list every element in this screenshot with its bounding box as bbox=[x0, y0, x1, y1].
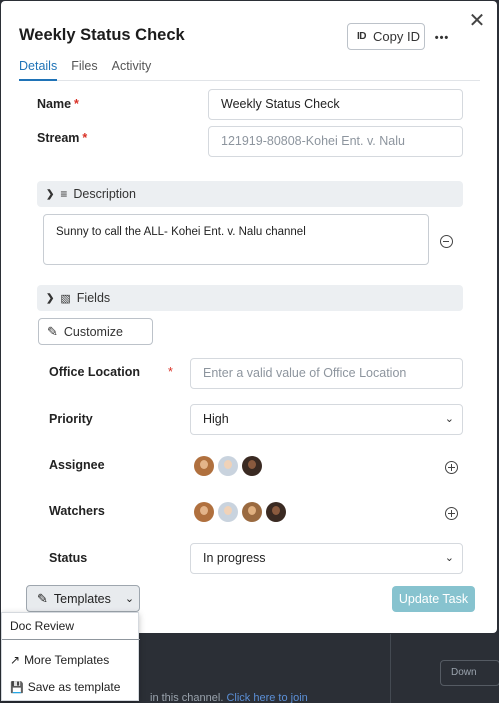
task-dialog: ✕ Weekly Status Check ID Copy ID ••• Det… bbox=[1, 1, 497, 633]
avatar[interactable] bbox=[266, 502, 286, 522]
priority-label: Priority bbox=[49, 412, 93, 426]
avatar[interactable] bbox=[194, 456, 214, 476]
update-task-button[interactable]: Update Task bbox=[392, 586, 475, 612]
tab-bar: Details Files Activity bbox=[19, 59, 480, 81]
templates-label: Templates bbox=[53, 591, 111, 606]
status-select[interactable]: In progress ⌄ bbox=[190, 543, 463, 574]
description-section-toggle[interactable]: ❯ ≡ Description bbox=[37, 181, 463, 207]
background-divider bbox=[390, 634, 391, 703]
add-watcher-icon[interactable] bbox=[445, 507, 458, 520]
menu-item-doc-review[interactable]: Doc Review bbox=[10, 619, 74, 633]
description-section-label: Description bbox=[73, 187, 136, 201]
status-label: Status bbox=[49, 551, 88, 565]
priority-select[interactable]: High ⌄ bbox=[190, 404, 463, 435]
name-required-mark: * bbox=[74, 97, 79, 111]
customize-button[interactable]: ✎ Customize bbox=[38, 318, 153, 345]
text-lines-icon: ≡ bbox=[60, 187, 68, 201]
fields-section-toggle[interactable]: ❯ ▧ Fields bbox=[37, 285, 463, 311]
chevron-down-icon: ❯ bbox=[46, 188, 55, 200]
close-icon: ✕ bbox=[468, 10, 486, 32]
stream-input[interactable]: 121919-80808-Kohei Ent. v. Nalu bbox=[208, 126, 463, 157]
remove-description-icon[interactable] bbox=[440, 235, 453, 248]
status-value: In progress bbox=[203, 551, 266, 565]
avatar[interactable] bbox=[218, 456, 238, 476]
chevron-down-icon: ⌄ bbox=[444, 552, 454, 564]
id-icon: ID bbox=[357, 31, 367, 42]
office-location-required-mark: * bbox=[168, 365, 173, 379]
menu-item-more-templates[interactable]: ↗ More Templates bbox=[10, 653, 109, 667]
assignee-label: Assignee bbox=[49, 458, 105, 472]
description-textarea[interactable]: Sunny to call the ALL- Kohei Ent. v. Nal… bbox=[43, 214, 429, 265]
avatar[interactable] bbox=[242, 456, 262, 476]
chevron-down-icon: ❯ bbox=[46, 292, 55, 304]
stream-label: Stream * bbox=[37, 131, 88, 145]
stream-required-mark: * bbox=[82, 131, 88, 145]
background-join-link: Click here to join bbox=[226, 692, 308, 703]
pencil-icon: ✎ bbox=[47, 323, 58, 339]
background-channel-text: in this channel. Click here to join bbox=[150, 692, 308, 703]
office-location-label: Office Location bbox=[49, 365, 140, 379]
tab-details[interactable]: Details bbox=[19, 59, 58, 81]
name-label: Name * bbox=[37, 97, 79, 111]
dialog-title: Weekly Status Check bbox=[19, 26, 185, 44]
watcher-avatars bbox=[194, 502, 286, 522]
fields-icon: ▧ bbox=[60, 292, 71, 305]
templates-menu: Doc Review ↗ More Templates 💾 Save as te… bbox=[1, 612, 140, 701]
copy-id-button[interactable]: ID Copy ID bbox=[347, 23, 425, 50]
chevron-down-icon: ⌄ bbox=[444, 413, 454, 425]
name-input[interactable]: Weekly Status Check bbox=[208, 89, 463, 120]
save-icon: 💾 bbox=[10, 681, 24, 694]
tab-activity[interactable]: Activity bbox=[112, 59, 152, 81]
menu-item-save-as-template[interactable]: 💾 Save as template bbox=[10, 680, 120, 694]
arrow-up-right-icon: ↗ bbox=[10, 653, 21, 667]
office-location-input[interactable]: Enter a valid value of Office Location bbox=[190, 358, 463, 389]
add-assignee-icon[interactable] bbox=[445, 461, 458, 474]
customize-label: Customize bbox=[63, 324, 123, 339]
avatar[interactable] bbox=[242, 502, 262, 522]
avatar[interactable] bbox=[194, 502, 214, 522]
menu-divider bbox=[2, 639, 140, 640]
background-download-button: Down bbox=[440, 660, 499, 686]
templates-button[interactable]: ✎ Templates ⌄ bbox=[26, 585, 140, 612]
avatar[interactable] bbox=[218, 502, 238, 522]
pencil-icon: ✎ bbox=[37, 590, 48, 606]
priority-value: High bbox=[203, 412, 229, 426]
chevron-down-icon: ⌄ bbox=[124, 593, 135, 605]
more-options-button[interactable]: ••• bbox=[432, 25, 452, 45]
watchers-label: Watchers bbox=[49, 504, 105, 518]
tab-files[interactable]: Files bbox=[71, 59, 97, 81]
assignee-avatars bbox=[194, 456, 262, 476]
more-icon: ••• bbox=[434, 32, 450, 44]
copy-id-label: Copy ID bbox=[373, 29, 420, 44]
fields-section-label: Fields bbox=[76, 291, 111, 305]
close-button[interactable]: ✕ bbox=[467, 11, 487, 31]
